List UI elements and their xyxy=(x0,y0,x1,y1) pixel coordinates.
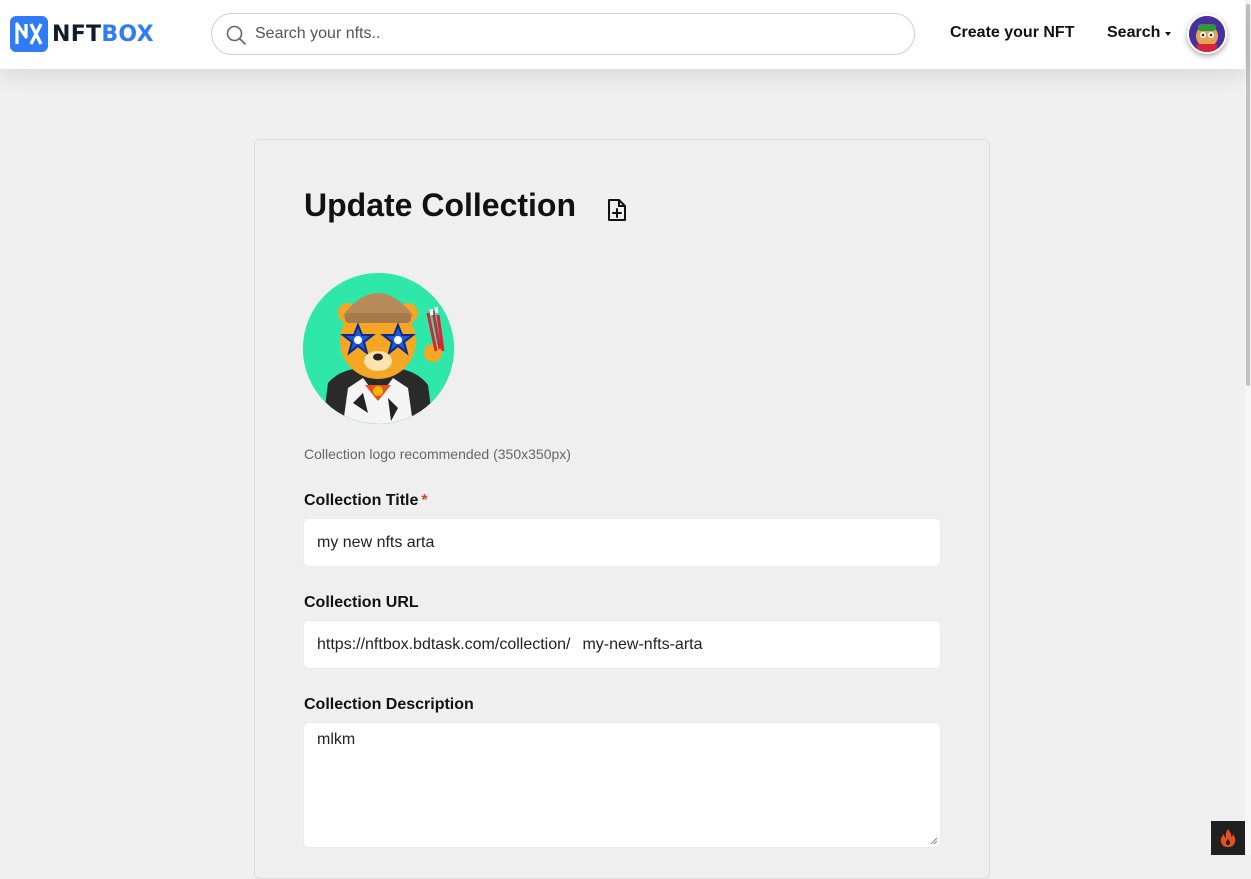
logo-size-hint: Collection logo recommended (350x350px) xyxy=(304,446,571,462)
resize-grip-icon[interactable] xyxy=(930,837,938,845)
collection-logo-image xyxy=(303,273,454,424)
brand-name: NFTBOX xyxy=(52,22,154,47)
search-input[interactable] xyxy=(255,14,895,54)
search-icon xyxy=(226,25,246,45)
collection-url-prefix: https://nftbox.bdtask.com/collection/ xyxy=(317,635,571,653)
fire-icon-button[interactable] xyxy=(1211,821,1245,855)
brand-logo[interactable]: NFTBOX xyxy=(10,16,154,52)
file-plus-icon xyxy=(608,199,626,221)
required-marker: * xyxy=(421,492,428,509)
top-navbar: NFTBOX Create your NFT Search xyxy=(0,0,1245,69)
collection-url-field: https://nftbox.bdtask.com/collection/ my… xyxy=(303,620,941,669)
collection-url-input[interactable]: my-new-nfts-arta xyxy=(582,636,702,654)
collection-logo-upload[interactable] xyxy=(303,273,454,424)
collection-description-textarea[interactable]: mlkm xyxy=(303,722,941,848)
fire-icon xyxy=(1220,829,1236,847)
collection-url-label: Collection URL xyxy=(304,594,419,611)
collection-title-input[interactable]: my new nfts arta xyxy=(303,518,941,567)
brand-name-part-b: BOX xyxy=(101,21,154,47)
collection-title-label-text: Collection Title xyxy=(304,492,419,509)
page-title: Update Collection xyxy=(304,187,577,223)
scrollbar-thumb[interactable] xyxy=(1246,4,1250,386)
collection-title-value: my new nfts arta xyxy=(317,533,435,551)
update-collection-card: Update Collection Collection logo recomm… xyxy=(254,139,990,879)
search-bar xyxy=(211,13,915,55)
search-menu-label: Search xyxy=(1107,24,1161,41)
create-nft-link[interactable]: Create your NFT xyxy=(950,24,1074,42)
caret-down-icon xyxy=(1165,32,1172,36)
avatar-image xyxy=(1189,16,1225,52)
collection-description-value: mlkm xyxy=(317,731,356,748)
page-scrollbar[interactable] xyxy=(1245,0,1251,855)
search-menu-dropdown[interactable]: Search xyxy=(1107,24,1172,42)
brand-name-part-a: NFT xyxy=(52,21,102,47)
user-avatar[interactable] xyxy=(1187,14,1227,54)
collection-title-label: Collection Title * xyxy=(304,492,428,510)
nftbox-logo-icon xyxy=(10,16,48,52)
collection-description-label: Collection Description xyxy=(304,696,474,713)
